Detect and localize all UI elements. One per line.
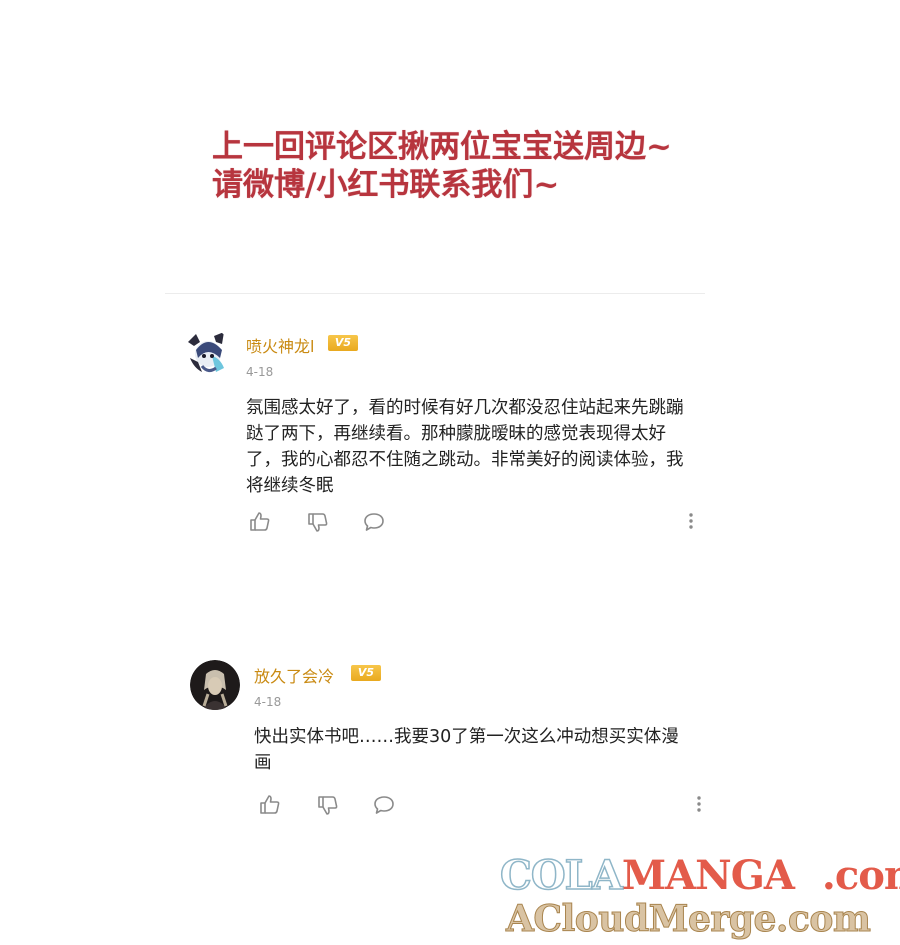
comment-date: 4-18: [254, 695, 282, 709]
watermark-line-1: COLAMANGA.com: [499, 851, 900, 900]
comment-actions: [248, 510, 698, 534]
watermark-line-2: ACloudMerge.com: [505, 898, 871, 941]
announcement-text: 上一回评论区揪两位宝宝送周边~ 请微博/小红书联系我们~: [212, 128, 732, 204]
thumbs-down-icon[interactable]: [316, 793, 340, 817]
comment-date: 4-18: [246, 365, 274, 379]
comment-item: 喷火神龙l V5 4-18 氛围感太好了，看的时候有好几次都没忍住站起来先跳蹦跶…: [178, 320, 708, 540]
thumbs-up-icon[interactable]: [258, 793, 282, 817]
avatar[interactable]: [182, 328, 232, 378]
comment-item: 放久了会冷 V5 4-18 快出实体书吧……我要30了第一次这么冲动想买实体漫画: [188, 652, 708, 827]
comment-bubble-icon[interactable]: [362, 510, 386, 534]
vip-badge: V5: [351, 665, 381, 681]
thumbs-down-icon[interactable]: [306, 510, 330, 534]
announcement-line-1: 上一回评论区揪两位宝宝送周边~: [212, 129, 672, 165]
divider: [165, 293, 705, 294]
comment-bubble-icon[interactable]: [372, 793, 396, 817]
username[interactable]: 放久了会冷: [254, 663, 334, 687]
comment-screenshot-page: 上一回评论区揪两位宝宝送周边~ 请微博/小红书联系我们~ 喷火神龙l V5 4-…: [0, 0, 900, 945]
more-vertical-icon[interactable]: [692, 793, 706, 817]
avatar[interactable]: [190, 660, 240, 710]
watermark: COLAMANGA.com ACloudMerge.com: [499, 851, 900, 942]
announcement-line-2: 请微博/小红书联系我们~: [212, 167, 560, 203]
thumbs-up-icon[interactable]: [248, 510, 272, 534]
username[interactable]: 喷火神龙l: [246, 333, 314, 357]
comment-text: 快出实体书吧……我要30了第一次这么冲动想买实体漫画: [254, 727, 679, 773]
comment-actions: [258, 793, 706, 817]
vip-badge: V5: [328, 335, 358, 351]
more-vertical-icon[interactable]: [684, 510, 698, 534]
comment-text: 氛围感太好了，看的时候有好几次都没忍住站起来先跳蹦跶了两下，再继续看。那种朦胧暧…: [246, 398, 684, 496]
